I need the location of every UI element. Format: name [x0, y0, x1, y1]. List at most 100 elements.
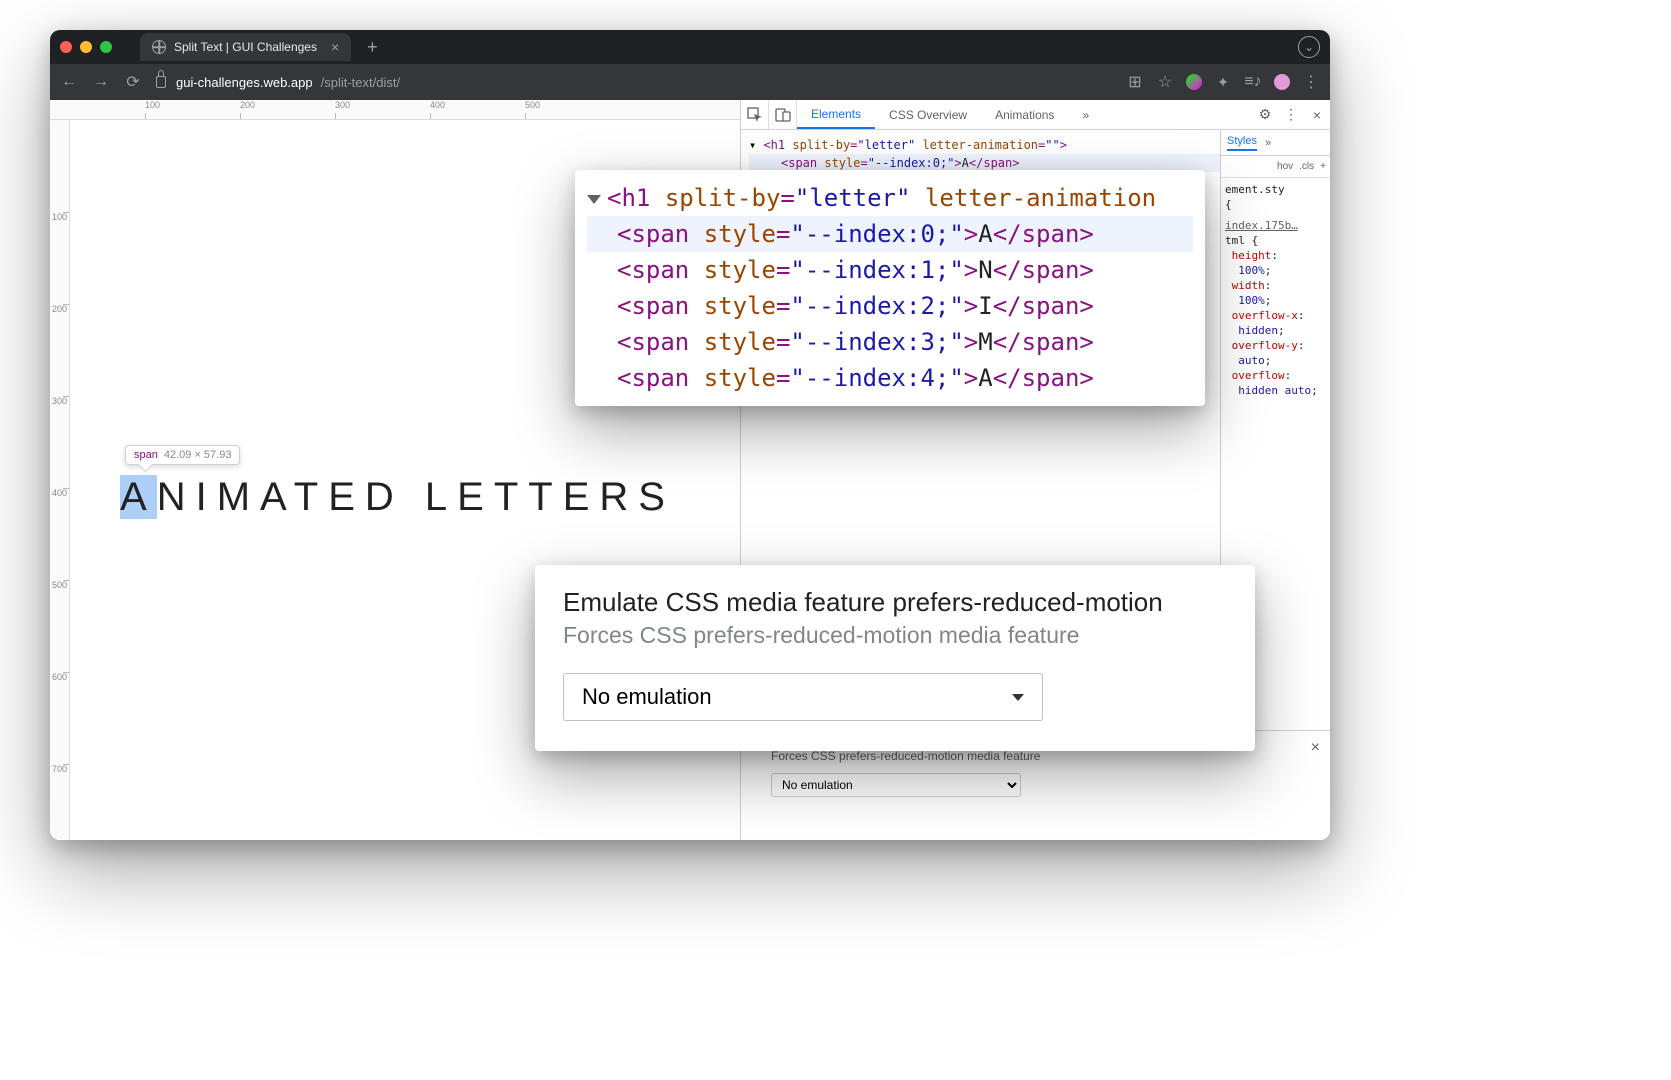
heading-letter — [404, 475, 425, 519]
css-declaration[interactable]: width: 100%; — [1225, 278, 1326, 308]
ruler-tick: 200 — [50, 304, 69, 314]
ruler-tick: 400 — [50, 488, 69, 498]
bookmark-icon[interactable]: ☆ — [1156, 72, 1174, 92]
styles-more[interactable]: » — [1265, 137, 1271, 149]
cls-toggle[interactable]: .cls — [1299, 161, 1314, 172]
brace: { — [1225, 198, 1232, 211]
drawer-description: Forces CSS prefers-reduced-motion media … — [771, 749, 1316, 763]
extensions-button[interactable]: ✦ — [1214, 74, 1232, 91]
rule-selector: tml { — [1225, 234, 1258, 247]
heading-letter: A — [260, 475, 294, 519]
ruler-tick: 400 — [430, 100, 445, 119]
styles-tab[interactable]: Styles — [1227, 135, 1257, 151]
heading-letter: M — [217, 475, 260, 519]
kebab-icon[interactable]: ⋮ — [1278, 106, 1304, 123]
url-domain: gui-challenges.web.app — [176, 75, 313, 90]
vertical-ruler: 100200300400500600700800 — [50, 120, 70, 840]
forward-button[interactable]: → — [92, 73, 110, 91]
horizontal-ruler: 100 200 300 400 500 — [50, 100, 740, 120]
zoom-root-tag: h1 — [621, 184, 650, 212]
heading-letter: I — [196, 475, 217, 519]
css-rules[interactable]: ement.sty { index.175b… tml { height: 10… — [1221, 178, 1330, 402]
ruler-tick: 300 — [335, 100, 350, 119]
zoom-child-node: <span style="--index:3;">M</span> — [587, 324, 1193, 360]
heading-letter: E — [457, 475, 494, 519]
heading-letter: S — [638, 475, 675, 519]
caret-down-icon — [587, 195, 601, 204]
maximize-window-button[interactable] — [100, 41, 112, 53]
ruler-tick: 600 — [50, 672, 69, 682]
window-titlebar: Split Text | GUI Challenges × + ⌄ — [50, 30, 1330, 64]
translate-icon[interactable]: ⊞ — [1126, 72, 1144, 92]
css-declaration[interactable]: overflow: hidden auto; — [1225, 368, 1326, 398]
inspect-element-button[interactable] — [741, 100, 769, 129]
zoom2-title: Emulate CSS media feature prefers-reduce… — [563, 587, 1227, 618]
zoom2-select-value: No emulation — [582, 684, 712, 710]
zoom-child-node: <span style="--index:2;">I</span> — [587, 288, 1193, 324]
heading-letter: E — [563, 475, 600, 519]
new-style-button[interactable]: + — [1320, 161, 1326, 172]
close-window-button[interactable] — [60, 41, 72, 53]
zoom-dom-tree: <h1 split-by="letter" letter-animation <… — [575, 170, 1205, 406]
heading-letter: R — [599, 475, 638, 519]
address-bar: ← → ⟳ gui-challenges.web.app/split-text/… — [50, 64, 1330, 100]
url-path: /split-text/dist/ — [321, 75, 400, 90]
tab-css-overview[interactable]: CSS Overview — [875, 100, 981, 129]
profile-avatar[interactable] — [1274, 74, 1290, 90]
zoom2-subtitle: Forces CSS prefers-reduced-motion media … — [563, 622, 1227, 649]
ruler-tick: 700 — [50, 764, 69, 774]
globe-icon — [152, 40, 166, 54]
css-declaration[interactable]: height: 100%; — [1225, 248, 1326, 278]
ruler-tick: 100 — [145, 100, 160, 119]
zoom-attr1-val: letter — [809, 184, 896, 212]
settings-icon[interactable]: ⚙ — [1252, 106, 1278, 123]
heading-letter: A — [120, 475, 157, 519]
dom-node[interactable]: ▾ <h1 split-by="letter" letter-animation… — [749, 136, 1220, 154]
css-declaration[interactable]: overflow-x: hidden; — [1225, 308, 1326, 338]
emulation-select[interactable]: No emulation — [771, 773, 1021, 797]
zoom-child-node: <span style="--index:0;">A</span> — [587, 216, 1193, 252]
reload-button[interactable]: ⟳ — [124, 72, 142, 92]
chevron-down-icon — [1012, 694, 1024, 701]
device-toolbar-button[interactable] — [769, 100, 797, 129]
stylesheet-link[interactable]: index.175b… — [1225, 218, 1326, 233]
reading-list-icon[interactable]: ≡♪ — [1244, 73, 1262, 91]
heading-letter: D — [365, 475, 404, 519]
tab-title: Split Text | GUI Challenges — [174, 40, 317, 54]
zoom2-select[interactable]: No emulation — [563, 673, 1043, 721]
hov-toggle[interactable]: hov — [1277, 161, 1293, 172]
ruler-tick: 300 — [50, 396, 69, 406]
ruler-tick: 500 — [525, 100, 540, 119]
browser-tab[interactable]: Split Text | GUI Challenges × — [140, 33, 351, 61]
new-tab-button[interactable]: + — [367, 37, 378, 58]
url-field[interactable]: gui-challenges.web.app/split-text/dist/ — [156, 75, 1112, 90]
minimize-window-button[interactable] — [80, 41, 92, 53]
lock-icon — [156, 76, 166, 88]
devtools-tab-bar: Elements CSS Overview Animations » ⚙ ⋮ × — [741, 100, 1330, 130]
ruler-tick: 100 — [50, 212, 69, 222]
back-button[interactable]: ← — [60, 73, 78, 91]
element-style-label: ement.sty — [1225, 183, 1285, 196]
ruler-tick: 200 — [240, 100, 255, 119]
tooltip-tag: span — [134, 449, 158, 461]
tab-overflow-button[interactable]: ⌄ — [1298, 36, 1320, 58]
tab-more[interactable]: » — [1068, 100, 1103, 129]
heading-letter: E — [328, 475, 365, 519]
zoom-rendering-panel: Emulate CSS media feature prefers-reduce… — [535, 565, 1255, 751]
close-drawer-icon[interactable]: × — [1311, 739, 1320, 757]
zoom-root-node: <h1 split-by="letter" letter-animation — [587, 180, 1193, 216]
zoom-child-node: <span style="--index:1;">N</span> — [587, 252, 1193, 288]
close-devtools-icon[interactable]: × — [1304, 107, 1330, 123]
heading-letter: T — [294, 475, 328, 519]
heading-letter: T — [494, 475, 528, 519]
extension-icon[interactable] — [1186, 74, 1202, 90]
close-tab-icon[interactable]: × — [331, 39, 339, 55]
css-declaration[interactable]: overflow-y: auto; — [1225, 338, 1326, 368]
menu-button[interactable]: ⋮ — [1302, 72, 1320, 92]
zoom-attr2-name: letter-animation — [925, 184, 1156, 212]
heading-letter: T — [528, 475, 562, 519]
heading-letter: N — [157, 475, 196, 519]
tab-elements[interactable]: Elements — [797, 100, 875, 129]
tab-animations[interactable]: Animations — [981, 100, 1068, 129]
ruler-tick: 500 — [50, 580, 69, 590]
